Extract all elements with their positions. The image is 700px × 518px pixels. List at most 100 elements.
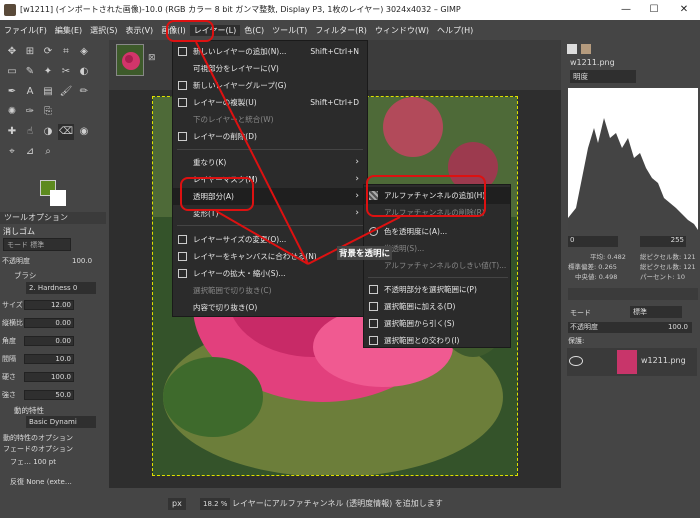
- force-row[interactable]: 強さ 50.0: [2, 388, 98, 402]
- menu-scale-layer[interactable]: レイヤーの拡大・縮小(S)...: [173, 265, 367, 282]
- menu-filters[interactable]: フィルター(R): [311, 25, 371, 36]
- hardness-row[interactable]: 硬さ 100.0: [2, 370, 98, 384]
- layers-mode-select[interactable]: 標準: [630, 306, 682, 318]
- spacing-value[interactable]: 10.0: [24, 354, 74, 364]
- menu-stack[interactable]: 重なり(K) ›: [173, 154, 367, 171]
- image-thumbnail-tab[interactable]: [116, 44, 144, 76]
- aspect-row[interactable]: 縦横比 0.00: [2, 316, 98, 330]
- range-max[interactable]: 255: [640, 236, 686, 247]
- gradient-tool-icon[interactable]: ▤: [40, 84, 56, 100]
- clone-tool-icon[interactable]: ⎘: [40, 104, 56, 120]
- delete-icon: [178, 132, 187, 141]
- annotation-label: 背景を透明に: [337, 246, 393, 260]
- visibility-eye-icon[interactable]: [569, 356, 583, 366]
- minimize-button[interactable]: —: [612, 0, 640, 20]
- zoom-select[interactable]: 18.2 %: [200, 498, 231, 510]
- close-button[interactable]: ✕: [670, 0, 698, 20]
- channel-select[interactable]: 明度: [570, 70, 636, 83]
- zoom-tool-icon[interactable]: ⌕: [40, 144, 56, 160]
- menu-duplicate-layer[interactable]: レイヤーの複製(U) Shift+Ctrl+D: [173, 94, 367, 111]
- folder-icon: [178, 81, 187, 90]
- background-color[interactable]: [50, 190, 66, 206]
- menu-file[interactable]: ファイル(F): [0, 25, 51, 36]
- warp-tool-icon[interactable]: ◈: [76, 44, 92, 60]
- menu-new-from-visible[interactable]: 可視部分をレイヤーに(V): [173, 60, 367, 77]
- pattern-tab-icon[interactable]: [581, 44, 591, 54]
- menu-new-layer[interactable]: 新しいレイヤーの追加(N)... Shift+Ctrl+N: [173, 43, 367, 60]
- pencil-icon[interactable]: ✏: [76, 84, 92, 100]
- layer-row[interactable]: w1211.png: [567, 348, 697, 376]
- force-value[interactable]: 50.0: [24, 390, 74, 400]
- smudge-icon[interactable]: ☝: [22, 124, 38, 140]
- heal-tool-icon[interactable]: ✚: [4, 124, 20, 140]
- menu-add-to-selection[interactable]: 選択範囲に加える(D): [364, 298, 510, 315]
- unit-select[interactable]: px: [168, 498, 186, 510]
- measure-icon[interactable]: ⊿: [22, 144, 38, 160]
- free-select-icon[interactable]: ✎: [22, 64, 38, 80]
- dodge-icon[interactable]: ◑: [40, 124, 56, 140]
- layers-opacity[interactable]: 不透明度 100.0: [568, 322, 692, 333]
- fade-length[interactable]: フェ… 100 pt: [10, 457, 56, 467]
- menu-crop-to-content[interactable]: 内容で切り抜き(O): [173, 299, 367, 316]
- color-picker-icon[interactable]: ⌖: [4, 144, 20, 160]
- layers-opacity-value: 100.0: [667, 323, 688, 331]
- eraser-icon[interactable]: ⌫: [58, 124, 74, 140]
- size-value[interactable]: 12.00: [24, 300, 74, 310]
- align-tool-icon[interactable]: ⊞: [22, 44, 38, 60]
- rotate-tool-icon[interactable]: ⟳: [40, 44, 56, 60]
- move-tool-icon[interactable]: ✥: [4, 44, 20, 60]
- paintbrush-icon[interactable]: 🖌: [58, 84, 74, 100]
- menu-tools[interactable]: ツール(T): [268, 25, 311, 36]
- menu-help[interactable]: ヘルプ(H): [433, 25, 477, 36]
- layers-tabs[interactable]: [568, 288, 698, 300]
- menu-alpha-to-selection[interactable]: 不透明部分を選択範囲に(P): [364, 281, 510, 298]
- fade-options[interactable]: フェードのオプション: [3, 444, 73, 454]
- foreground-select-icon[interactable]: ◐: [76, 64, 92, 80]
- menu-color[interactable]: 色(C): [240, 25, 268, 36]
- tool-options-tab[interactable]: ツールオプション: [0, 212, 106, 224]
- size-row[interactable]: サイズ 12.00: [2, 298, 98, 312]
- layer-name[interactable]: w1211.png: [641, 356, 686, 365]
- menu-color-to-alpha[interactable]: 色を透明度に(A)...: [364, 223, 510, 240]
- scale-icon: [178, 269, 187, 278]
- text-tool-icon[interactable]: A: [22, 84, 38, 100]
- menu-new-layer-group[interactable]: 新しいレイヤーグループ(G): [173, 77, 367, 94]
- menu-crop-to-selection[interactable]: 選択範囲で切り抜き(C): [173, 282, 367, 299]
- ink-tool-icon[interactable]: ✑: [22, 104, 38, 120]
- histogram-tab-icon[interactable]: [567, 44, 577, 54]
- opacity-value: 100.0: [72, 257, 93, 265]
- opacity-row[interactable]: 不透明度 100.0: [2, 254, 98, 268]
- angle-value[interactable]: 0.00: [24, 336, 74, 346]
- scissors-icon[interactable]: ✂: [58, 64, 74, 80]
- spacing-row[interactable]: 間隔 10.0: [2, 352, 98, 366]
- fuzzy-select-icon[interactable]: ✦: [40, 64, 56, 80]
- bucket-fill-icon[interactable]: ◉: [76, 124, 92, 140]
- menu-merge-down[interactable]: 下のレイヤーと統合(W): [173, 111, 367, 128]
- menu-view[interactable]: 表示(V): [121, 25, 157, 36]
- tool-name: 消しゴム: [3, 227, 35, 236]
- mode-select[interactable]: モード 標準: [3, 238, 71, 251]
- dynamics-select[interactable]: Basic Dynami: [26, 416, 96, 428]
- crop-tool-icon[interactable]: ⌗: [58, 44, 74, 60]
- menu-select[interactable]: 選択(S): [86, 25, 121, 36]
- dynamics-options[interactable]: 動的特性のオプション: [3, 433, 73, 443]
- maximize-button[interactable]: ☐: [640, 0, 668, 20]
- menu-edit[interactable]: 編集(E): [51, 25, 86, 36]
- angle-row[interactable]: 角度 0.00: [2, 334, 98, 348]
- airbrush-icon[interactable]: ✺: [4, 104, 20, 120]
- color-to-alpha-icon: [369, 227, 378, 236]
- paths-tool-icon[interactable]: ✒: [4, 84, 20, 100]
- annotation-box-add-alpha: [366, 175, 486, 217]
- close-tab-icon[interactable]: ⊠: [148, 53, 156, 63]
- window-title: [w1211] (インポートされた画像)-10.0 (RGB カラー 8 bit…: [20, 5, 461, 14]
- menu-intersect-with-selection[interactable]: 選択範囲との交わり(I): [364, 332, 510, 349]
- aspect-value[interactable]: 0.00: [24, 318, 74, 328]
- range-min[interactable]: 0: [568, 236, 618, 247]
- menu-subtract-from-selection[interactable]: 選択範囲から引く(S): [364, 315, 510, 332]
- hardness-value[interactable]: 100.0: [24, 372, 74, 382]
- repeat-select[interactable]: 反復 None (exte…: [10, 477, 72, 487]
- menu-windows[interactable]: ウィンドウ(W): [371, 25, 433, 36]
- brush-select[interactable]: 2. Hardness 0: [26, 282, 96, 294]
- menu-delete-layer[interactable]: レイヤーの削除(D): [173, 128, 367, 145]
- rect-select-icon[interactable]: ▭: [4, 64, 20, 80]
